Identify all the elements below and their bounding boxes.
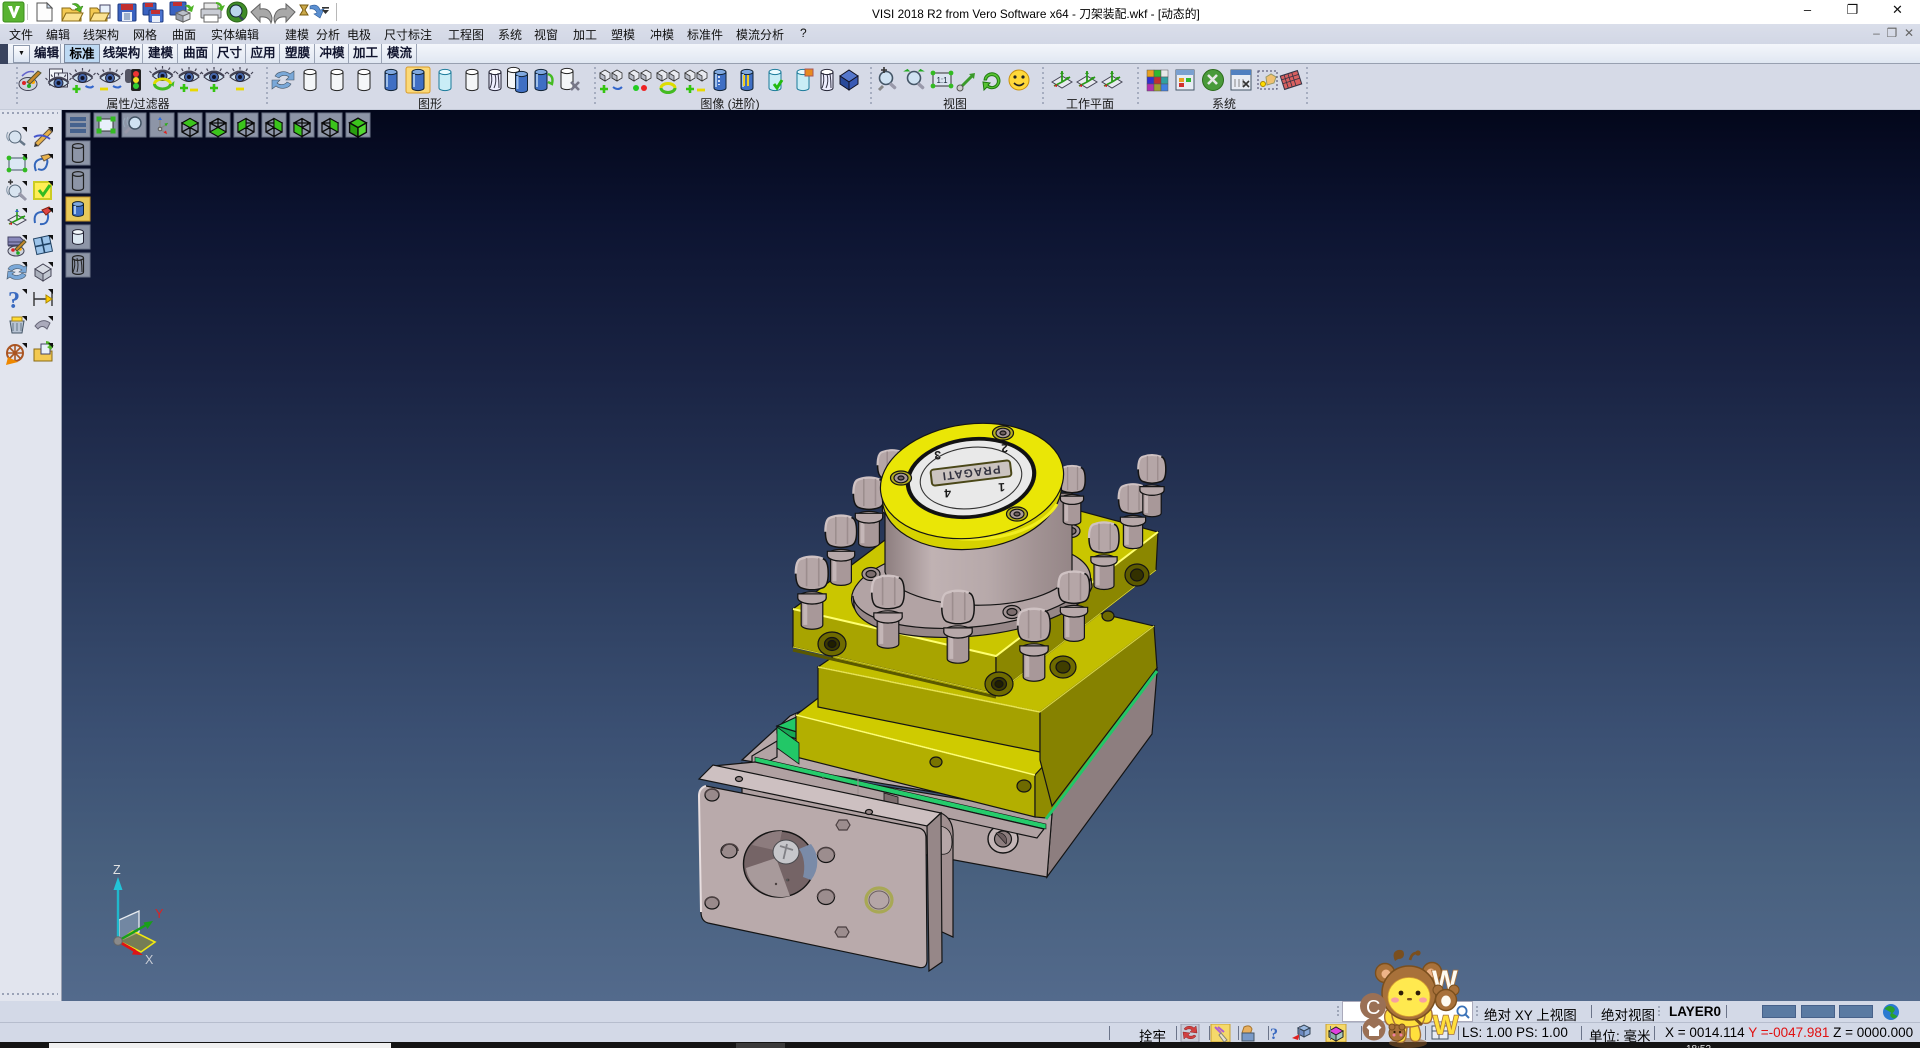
svg-text:4: 4	[944, 486, 951, 500]
svg-text:2: 2	[1001, 441, 1008, 455]
svg-text:X: X	[145, 953, 154, 967]
svg-text:?: ?	[1270, 1026, 1278, 1042]
svg-text:Y: Y	[155, 907, 164, 921]
svg-text:Z: Z	[113, 863, 121, 877]
svg-text:1:1: 1:1	[936, 76, 948, 85]
svg-text:C: C	[1366, 997, 1380, 1019]
svg-text:1: 1	[998, 480, 1005, 494]
svg-text:?: ?	[8, 288, 20, 314]
svg-text:W: W	[1433, 1010, 1459, 1040]
svg-text:3: 3	[934, 448, 941, 462]
